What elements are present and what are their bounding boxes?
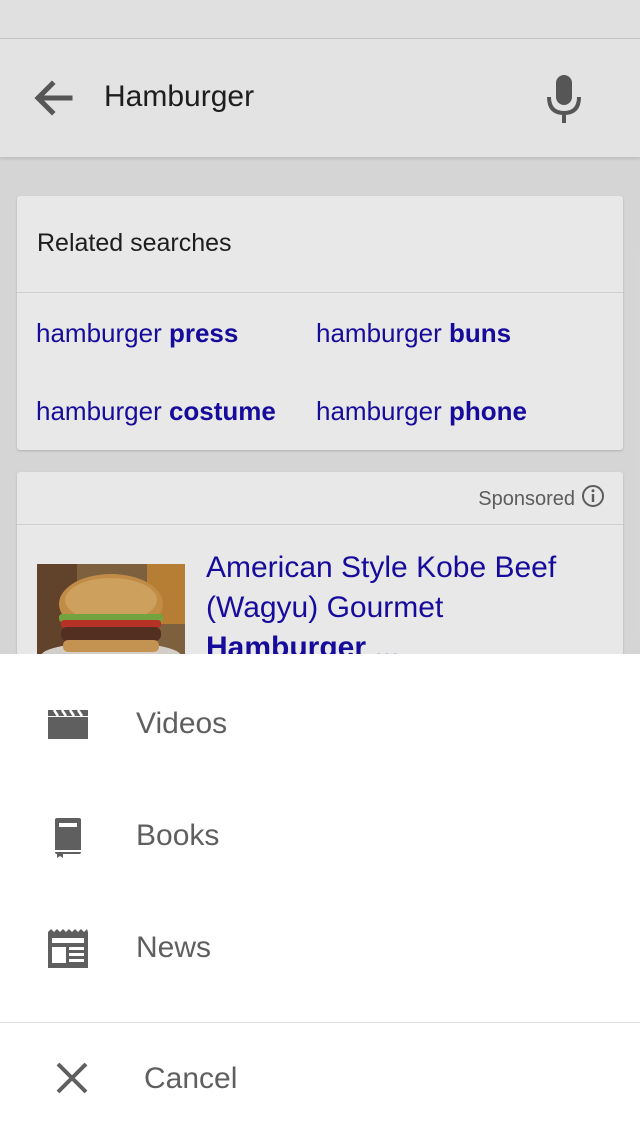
menu-item-news[interactable]: News	[0, 894, 640, 1006]
newspaper-icon	[46, 928, 90, 972]
video-clapperboard-icon	[46, 704, 90, 748]
menu-item-label: Books	[136, 819, 220, 852]
book-icon	[46, 816, 90, 860]
close-icon	[54, 1060, 90, 1096]
dim-overlay[interactable]	[0, 0, 640, 654]
menu-item-books[interactable]: Books	[0, 782, 640, 894]
menu-item-videos[interactable]: Videos	[0, 670, 640, 782]
menu-item-label: News	[136, 931, 212, 964]
menu-item-label: Videos	[136, 707, 228, 740]
search-results-page: Hamburger Related searches hamburger pre…	[0, 0, 640, 654]
cancel-label: Cancel	[144, 1062, 238, 1095]
cancel-button[interactable]: Cancel	[0, 1023, 640, 1136]
bottom-sheet-menu: Videos Books News Cancel	[0, 654, 640, 1136]
